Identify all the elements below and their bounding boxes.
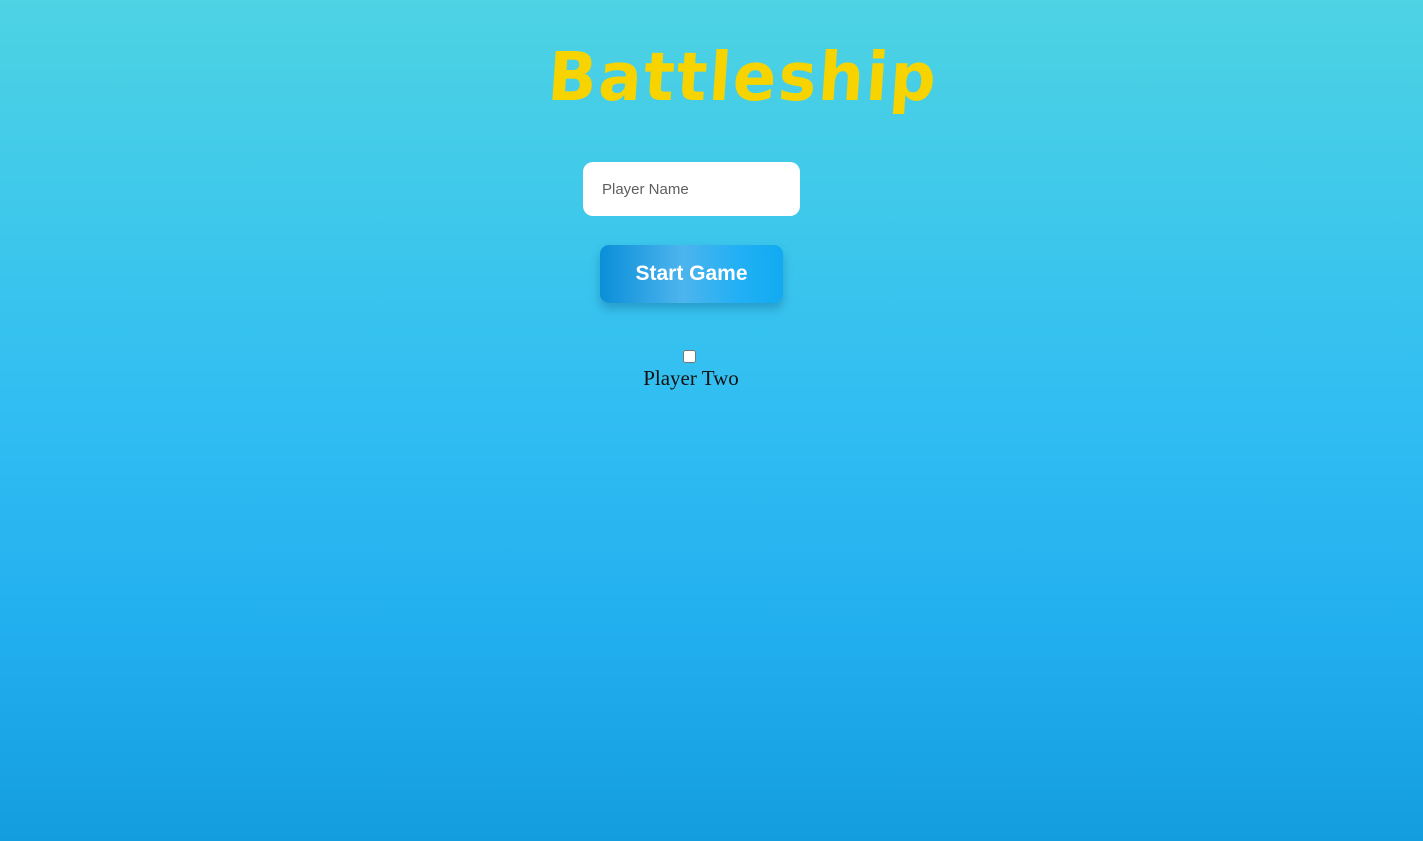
player-two-checkbox[interactable] [683,350,696,363]
player-name-input[interactable] [583,162,800,216]
start-game-button[interactable]: Start Game [600,245,783,303]
game-title: Battleship [545,39,941,117]
player-two-label: Player Two [643,366,739,390]
